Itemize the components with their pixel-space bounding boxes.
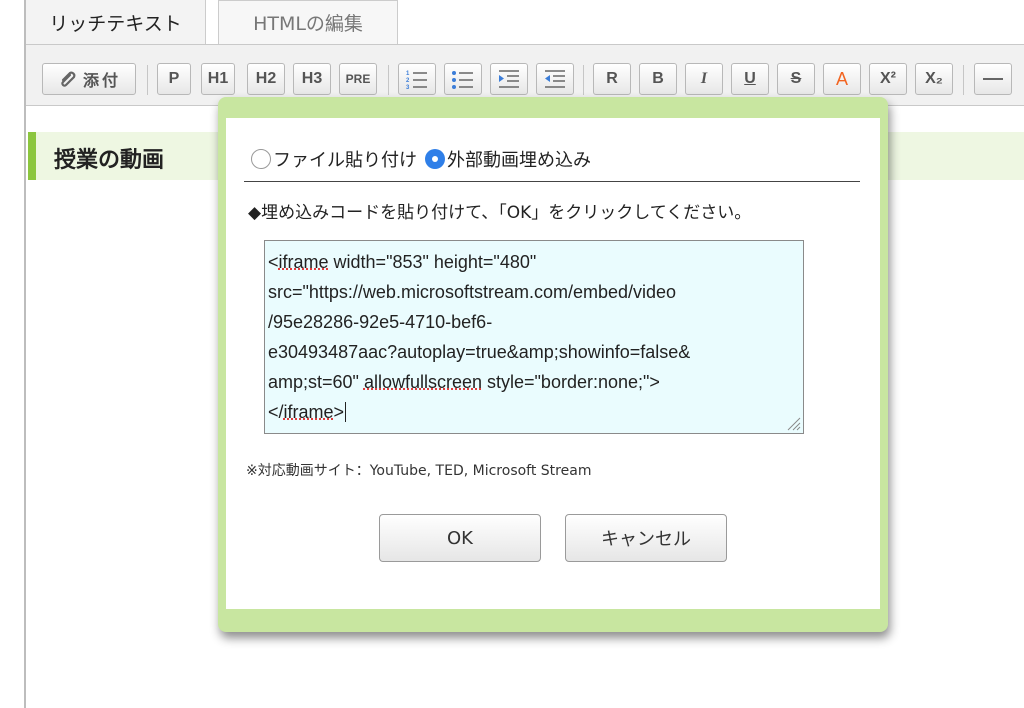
- external-video-label[interactable]: 外部動画埋め込み: [447, 146, 591, 172]
- toolbar-separator: [583, 65, 584, 95]
- font-color-button[interactable]: A: [823, 63, 861, 95]
- svg-text:3: 3: [406, 85, 410, 90]
- editor-tabbar: リッチテキスト HTMLの編集: [26, 0, 1024, 44]
- embed-code-textarea[interactable]: <iframe width="853" height="480" src="ht…: [264, 240, 804, 434]
- cancel-button[interactable]: キャンセル: [565, 514, 727, 562]
- horizontal-rule-button[interactable]: [974, 63, 1012, 95]
- unordered-list-button[interactable]: [444, 63, 482, 95]
- file-paste-label[interactable]: ファイル貼り付け: [273, 146, 417, 172]
- section-heading-text: 授業の動画: [54, 148, 165, 173]
- ok-button[interactable]: OK: [379, 514, 541, 562]
- ordered-list-button[interactable]: 1 2 3: [398, 63, 436, 95]
- indent-icon: [499, 70, 519, 88]
- toolbar-separator: [147, 65, 148, 95]
- outdent-icon: [545, 70, 565, 88]
- horizontal-rule-icon: [983, 78, 1003, 80]
- attach-button[interactable]: 添付: [42, 63, 136, 95]
- outdent-button[interactable]: [536, 63, 574, 95]
- file-paste-radio[interactable]: [251, 149, 271, 169]
- tab-html-edit[interactable]: HTMLの編集: [218, 0, 398, 44]
- superscript-button[interactable]: X²: [869, 63, 907, 95]
- heading3-button[interactable]: H3: [293, 63, 331, 95]
- subscript-button[interactable]: X₂: [915, 63, 953, 95]
- bold-button[interactable]: B: [639, 63, 677, 95]
- dialog-body: ファイル貼り付け 外部動画埋め込み ◆埋め込みコードを貼り付けて、「OK」をクリ…: [226, 118, 880, 609]
- resize-grip-icon[interactable]: [785, 415, 801, 431]
- tab-rich-text[interactable]: リッチテキスト: [26, 0, 206, 44]
- remove-format-button[interactable]: R: [593, 63, 631, 95]
- svg-text:1: 1: [406, 71, 410, 77]
- external-video-radio[interactable]: [425, 149, 445, 169]
- embed-video-dialog: ファイル貼り付け 外部動画埋め込み ◆埋め込みコードを貼り付けて、「OK」をクリ…: [218, 97, 888, 632]
- dialog-divider: [244, 181, 860, 182]
- strikethrough-button[interactable]: S: [777, 63, 815, 95]
- italic-button[interactable]: I: [685, 63, 723, 95]
- supported-sites-note: ※対応動画サイト：YouTube, TED, Microsoft Stream: [246, 463, 592, 479]
- heading1-button[interactable]: H1: [201, 63, 235, 95]
- preformatted-button[interactable]: PRE: [339, 63, 377, 95]
- toolbar-separator: [963, 65, 964, 95]
- paperclip-icon: [61, 71, 76, 87]
- unordered-list-icon: [452, 71, 473, 89]
- heading2-button[interactable]: H2: [247, 63, 285, 95]
- toolbar-separator: [388, 65, 389, 95]
- underline-button[interactable]: U: [731, 63, 769, 95]
- ordered-list-icon: 1 2 3: [406, 71, 427, 90]
- code-text: <iframe width="853" height="480" src="ht…: [268, 252, 691, 422]
- paragraph-button[interactable]: P: [157, 63, 191, 95]
- svg-text:2: 2: [406, 78, 410, 84]
- embed-type-options: ファイル貼り付け 外部動画埋め込み: [251, 146, 599, 172]
- indent-button[interactable]: [490, 63, 528, 95]
- attach-label: 添付: [82, 73, 121, 90]
- instruction-text: ◆埋め込みコードを貼り付けて、「OK」をクリックしてください。: [248, 203, 752, 223]
